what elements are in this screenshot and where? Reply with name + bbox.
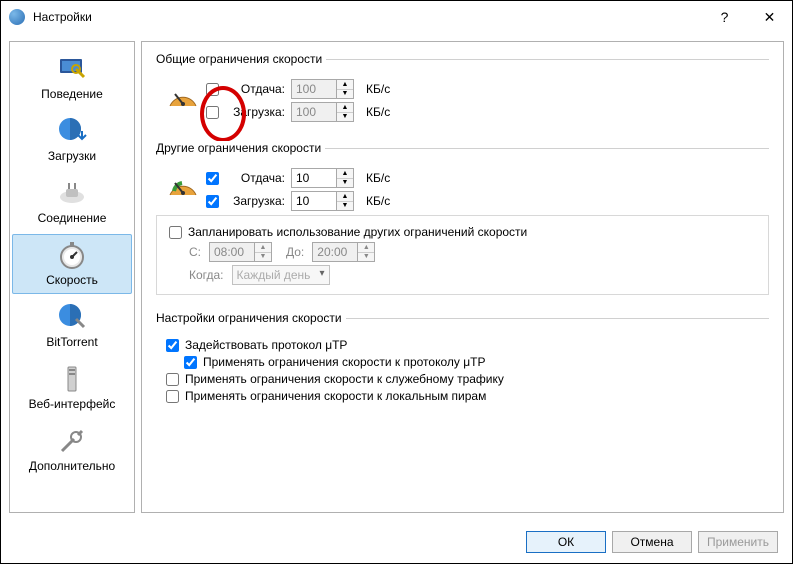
unit-label: КБ/с xyxy=(366,171,390,185)
global-limits-group: Общие ограничения скорости Отдача: ▲▼ КБ… xyxy=(156,52,769,133)
from-label: С: xyxy=(189,245,201,259)
dialog-footer: ОК Отмена Применить xyxy=(1,521,792,563)
titlebar: Настройки ? ✕ xyxy=(1,1,792,33)
schedule-label: Запланировать использование других огран… xyxy=(188,225,527,239)
sidebar-item-advanced[interactable]: Дополнительно xyxy=(12,420,132,480)
global-upload-label: Отдача: xyxy=(225,82,285,96)
unit-label: КБ/с xyxy=(366,194,390,208)
group-legend: Настройки ограничения скорости xyxy=(156,311,346,325)
server-icon xyxy=(56,363,88,395)
alt-limits-group: Другие ограничения скорости Отдача: ▲▼ К… xyxy=(156,141,769,303)
close-button[interactable]: ✕ xyxy=(747,1,792,33)
utp-checkbox[interactable] xyxy=(166,339,179,352)
ok-button[interactable]: ОК xyxy=(526,531,606,553)
monitor-wrench-icon xyxy=(56,53,88,85)
utp-limits-checkbox[interactable] xyxy=(184,356,197,369)
window-title: Настройки xyxy=(33,10,92,24)
sidebar-item-downloads[interactable]: Загрузки xyxy=(12,110,132,170)
globe-download-icon xyxy=(56,115,88,147)
alt-download-label: Загрузка: xyxy=(225,194,285,208)
spinner-arrows[interactable]: ▲▼ xyxy=(337,191,354,211)
sidebar-item-label: Поведение xyxy=(41,87,103,101)
alt-upload-input[interactable] xyxy=(291,168,337,188)
sidebar-item-label: Соединение xyxy=(38,211,107,225)
global-download-checkbox[interactable] xyxy=(206,106,219,119)
alt-upload-label: Отдача: xyxy=(225,171,285,185)
sidebar: Поведение Загрузки Соединение Скорость xyxy=(9,41,135,513)
group-legend: Другие ограничения скорости xyxy=(156,141,325,155)
sidebar-item-label: Загрузки xyxy=(48,149,96,163)
plug-icon xyxy=(56,177,88,209)
speedometer-icon xyxy=(166,80,200,114)
sidebar-item-bittorrent[interactable]: BitTorrent xyxy=(12,296,132,356)
stopwatch-icon xyxy=(56,239,88,271)
schedule-to-input[interactable] xyxy=(312,242,358,262)
global-download-input[interactable] xyxy=(291,102,337,122)
schedule-checkbox[interactable] xyxy=(169,226,182,239)
spinner-arrows[interactable]: ▲▼ xyxy=(255,242,272,262)
utp-limits-label: Применять ограничения скорости к протоко… xyxy=(203,355,485,369)
help-button[interactable]: ? xyxy=(702,1,747,33)
sidebar-item-label: Веб-интерфейс xyxy=(29,397,116,411)
sidebar-item-connection[interactable]: Соединение xyxy=(12,172,132,232)
cancel-button[interactable]: Отмена xyxy=(612,531,692,553)
sidebar-item-label: BitTorrent xyxy=(46,335,97,349)
global-upload-input[interactable] xyxy=(291,79,337,99)
main-panel: Общие ограничения скорости Отдача: ▲▼ КБ… xyxy=(141,41,784,513)
overhead-checkbox[interactable] xyxy=(166,373,179,386)
globe-wrench-icon xyxy=(56,301,88,333)
schedule-when-select[interactable]: Каждый день xyxy=(232,265,330,285)
sidebar-item-speed[interactable]: Скорость xyxy=(12,234,132,294)
group-legend: Общие ограничения скорости xyxy=(156,52,326,66)
global-upload-checkbox[interactable] xyxy=(206,83,219,96)
schedule-box: Запланировать использование других огран… xyxy=(156,215,769,295)
spinner-arrows[interactable]: ▲▼ xyxy=(358,242,375,262)
alt-download-input[interactable] xyxy=(291,191,337,211)
apply-button[interactable]: Применить xyxy=(698,531,778,553)
sidebar-item-label: Скорость xyxy=(46,273,98,287)
app-icon xyxy=(9,9,25,25)
global-download-label: Загрузка: xyxy=(225,105,285,119)
spinner-arrows[interactable]: ▲▼ xyxy=(337,102,354,122)
lan-label: Применять ограничения скорости к локальн… xyxy=(185,389,486,403)
limit-settings-group: Настройки ограничения скорости Задейство… xyxy=(156,311,769,414)
when-label: Когда: xyxy=(189,268,224,282)
lan-checkbox[interactable] xyxy=(166,390,179,403)
sidebar-item-webui[interactable]: Веб-интерфейс xyxy=(12,358,132,418)
alt-upload-checkbox[interactable] xyxy=(206,172,219,185)
overhead-label: Применять ограничения скорости к служебн… xyxy=(185,372,504,386)
unit-label: КБ/с xyxy=(366,105,390,119)
tools-icon xyxy=(56,425,88,457)
speedometer-green-icon xyxy=(166,169,200,203)
alt-download-checkbox[interactable] xyxy=(206,195,219,208)
sidebar-item-behavior[interactable]: Поведение xyxy=(12,48,132,108)
sidebar-item-label: Дополнительно xyxy=(29,459,115,473)
to-label: До: xyxy=(286,245,304,259)
spinner-arrows[interactable]: ▲▼ xyxy=(337,79,354,99)
utp-label: Задействовать протокол μTP xyxy=(185,338,347,352)
spinner-arrows[interactable]: ▲▼ xyxy=(337,168,354,188)
schedule-from-input[interactable] xyxy=(209,242,255,262)
unit-label: КБ/с xyxy=(366,82,390,96)
